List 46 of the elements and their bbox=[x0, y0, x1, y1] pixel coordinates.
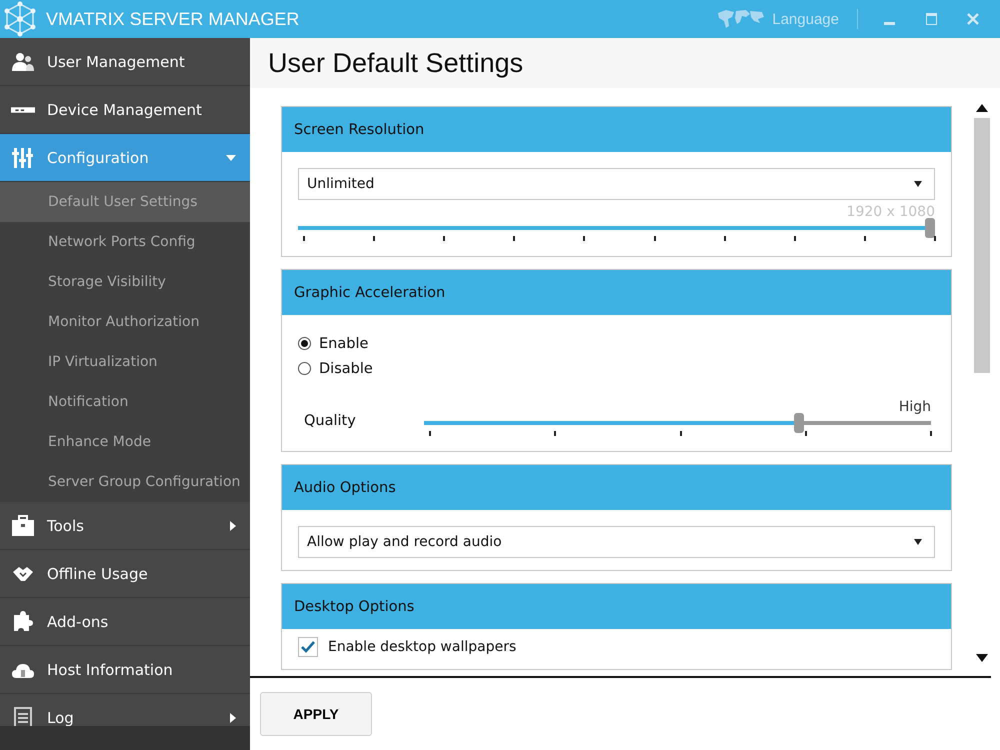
nav-subitem[interactable]: Server Group Configuration bbox=[0, 462, 250, 502]
slider-reading: High bbox=[898, 399, 931, 415]
radio-button[interactable] bbox=[298, 362, 311, 375]
world-map-icon bbox=[716, 8, 766, 30]
checkbox-option[interactable]: Enable desktop wallpapers bbox=[298, 637, 935, 657]
nav-subitem[interactable]: IP Virtualization bbox=[0, 342, 250, 382]
card-title: Screen Resolution bbox=[294, 122, 424, 138]
nav-subitem[interactable]: Monitor Authorization bbox=[0, 302, 250, 342]
nav-item[interactable]: Tools bbox=[0, 502, 250, 550]
scroll-down-icon[interactable] bbox=[976, 654, 988, 662]
sliders-icon bbox=[11, 146, 35, 170]
card-title: Audio Options bbox=[294, 480, 396, 496]
checkbox[interactable] bbox=[298, 637, 318, 657]
radio-option[interactable]: Enable bbox=[298, 331, 935, 356]
nav-subitem[interactable]: Notification bbox=[0, 382, 250, 422]
nav-item[interactable]: Host Information bbox=[0, 646, 250, 694]
slider-thumb[interactable] bbox=[794, 413, 804, 433]
nav-subitem[interactable]: Enhance Mode bbox=[0, 422, 250, 462]
page-title: User Default Settings bbox=[268, 48, 524, 78]
radio-label: Enable bbox=[319, 336, 368, 352]
dropdown-arrow-icon bbox=[914, 181, 922, 187]
nav-subitem[interactable]: Network Ports Config bbox=[0, 222, 250, 262]
app-title: VMATRIX SERVER MANAGER bbox=[46, 8, 300, 30]
dropdown[interactable]: Unlimited bbox=[298, 168, 935, 200]
dropdown[interactable]: Allow play and record audio bbox=[298, 526, 935, 558]
dropdown-arrow-icon bbox=[914, 539, 922, 545]
puzzle-icon bbox=[11, 610, 35, 634]
radio-button[interactable] bbox=[298, 337, 311, 350]
card-title: Desktop Options bbox=[294, 598, 414, 614]
checkbox-label: Enable desktop wallpapers bbox=[328, 639, 516, 655]
nav-subitem[interactable]: Storage Visibility bbox=[0, 262, 250, 302]
nav-item[interactable]: Offline Usage bbox=[0, 550, 250, 598]
network-logo-icon bbox=[2, 1, 38, 37]
toolbox-icon bbox=[11, 514, 35, 538]
document-icon bbox=[11, 706, 35, 726]
nav-item[interactable]: User Management bbox=[0, 38, 250, 86]
slider-label: Quality bbox=[304, 413, 357, 429]
card-title: Graphic Acceleration bbox=[294, 284, 446, 300]
device-icon bbox=[11, 106, 35, 114]
slider-reading: 1920 x 1080 bbox=[846, 204, 935, 220]
radio-label: Disable bbox=[319, 360, 373, 376]
apply-button[interactable]: APPLY bbox=[260, 692, 372, 736]
nav-item[interactable]: Add-ons bbox=[0, 598, 250, 646]
close-icon bbox=[967, 13, 979, 25]
radio-option[interactable]: Disable bbox=[298, 356, 935, 381]
slider-thumb[interactable] bbox=[925, 218, 935, 238]
